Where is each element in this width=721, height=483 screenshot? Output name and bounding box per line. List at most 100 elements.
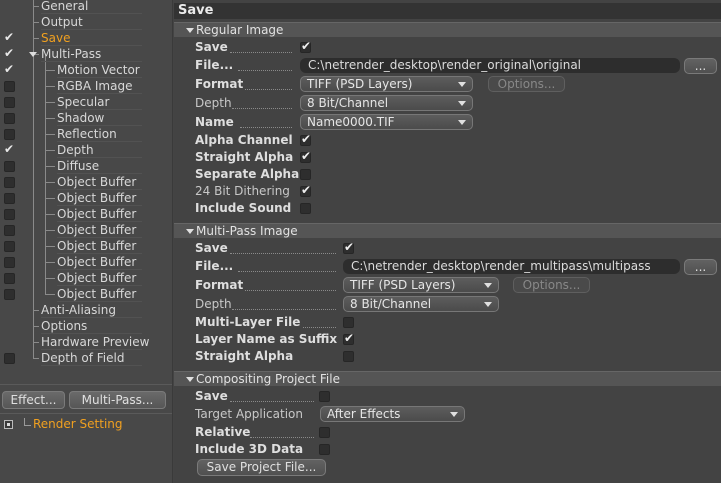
tree-item[interactable]: ✔ Multi-Pass	[0, 46, 172, 62]
multipass-options-button[interactable]: Options...	[513, 277, 590, 293]
tree-checkbox[interactable]	[4, 353, 15, 364]
layer-suffix-checkbox[interactable]: ✔	[343, 331, 355, 345]
expand-triangle-icon[interactable]	[29, 52, 37, 57]
check-icon: ✔	[301, 183, 312, 197]
alpha-channel-checkbox[interactable]: ✔	[300, 132, 311, 146]
leader-dots	[238, 69, 292, 71]
tree-divider	[0, 384, 172, 385]
multipass-file-path-field[interactable]: C:\netrender_desktop\render_multipass\mu…	[343, 259, 680, 274]
regular-save-checkbox[interactable]: ✔	[300, 39, 312, 53]
tree-item[interactable]: ✔ Save	[0, 30, 172, 46]
compositing-save-checkbox[interactable]	[319, 391, 330, 402]
regular-format-dropdown[interactable]: TIFF (PSD Layers)	[300, 76, 473, 92]
multipass-depth-dropdown[interactable]: 8 Bit/Channel	[343, 296, 499, 312]
multipass-image-header[interactable]: Multi-Pass Image	[174, 223, 721, 238]
check-icon: ✔	[344, 331, 355, 345]
tree-item[interactable]: Specular	[0, 94, 172, 110]
tree-item[interactable]: Object Buffer	[0, 270, 172, 286]
tree-checkbox[interactable]	[4, 129, 15, 140]
tree-item[interactable]: Options	[0, 318, 172, 334]
compositing-header[interactable]: Compositing Project File	[174, 371, 721, 386]
tree-item[interactable]: Object Buffer	[0, 238, 172, 254]
tree-checkbox[interactable]	[4, 161, 15, 172]
regular-image-header[interactable]: Regular Image	[174, 22, 721, 37]
tree-item-label: Multi-Pass	[41, 47, 102, 61]
tree-item[interactable]: Reflection	[0, 126, 172, 142]
multipass-browse-button[interactable]: ...	[684, 259, 717, 275]
tree-item-label: Hardware Preview	[41, 335, 150, 349]
multipass-straight-alpha-label: Straight Alpha	[195, 349, 294, 363]
check-icon[interactable]: ✔	[4, 29, 16, 45]
regular-options-button[interactable]: Options...	[488, 76, 565, 92]
tree-checkbox[interactable]	[4, 97, 15, 108]
tree-item-label: Object Buffer	[57, 191, 137, 205]
tree-item[interactable]: Depth of Field	[0, 350, 172, 366]
check-icon[interactable]: ✔	[4, 141, 16, 157]
tree-item[interactable]: Object Buffer	[0, 190, 172, 206]
regular-depth-dropdown[interactable]: 8 Bit/Channel	[300, 95, 473, 111]
tree-item[interactable]: Object Buffer	[0, 254, 172, 270]
include-3d-checkbox[interactable]	[319, 444, 330, 455]
tree-checkbox[interactable]	[4, 113, 15, 124]
separate-alpha-checkbox[interactable]	[300, 169, 311, 180]
tree-checkbox[interactable]	[4, 257, 15, 268]
tree-checkbox[interactable]	[4, 225, 15, 236]
tree-item[interactable]: Hardware Preview	[0, 334, 172, 350]
compositing-save-label: Save	[195, 389, 228, 403]
dropdown-arrow-icon	[484, 302, 492, 307]
relative-checkbox[interactable]	[319, 427, 330, 438]
tree-item[interactable]: ✔ Motion Vector	[0, 62, 172, 78]
tree-item[interactable]: Anti-Aliasing	[0, 302, 172, 318]
tree-checkbox[interactable]	[4, 81, 15, 92]
save-project-file-button[interactable]: Save Project File...	[197, 459, 326, 476]
include-sound-checkbox[interactable]	[300, 203, 311, 214]
render-setting-icon	[4, 420, 13, 429]
tree-item[interactable]: Shadow	[0, 110, 172, 126]
multipass-save-checkbox[interactable]: ✔	[343, 240, 354, 254]
tree-connector-branch	[45, 102, 55, 103]
tree-item[interactable]: Output	[0, 14, 172, 30]
tree-item-label: Object Buffer	[57, 223, 137, 237]
tree-connector-branch	[45, 294, 55, 295]
regular-format-value: TIFF (PSD Layers)	[307, 77, 413, 91]
dithering-checkbox[interactable]: ✔	[300, 183, 312, 197]
multipass-format-dropdown[interactable]: TIFF (PSD Layers)	[343, 277, 499, 293]
relative-label: Relative	[195, 425, 251, 439]
regular-browse-button[interactable]: ...	[684, 58, 717, 74]
check-icon[interactable]: ✔	[4, 45, 16, 61]
tree-item[interactable]: ✔ Depth	[0, 142, 172, 158]
multipass-button[interactable]: Multi-Pass...	[69, 391, 166, 409]
target-application-dropdown[interactable]: After Effects	[320, 406, 465, 422]
tree-item[interactable]: Object Buffer	[0, 206, 172, 222]
tree-checkbox[interactable]	[4, 209, 15, 220]
tree-item-label: General	[41, 0, 89, 13]
multipass-straight-alpha-checkbox[interactable]	[343, 351, 354, 362]
tree-checkbox[interactable]	[4, 177, 15, 188]
tree-item[interactable]: Object Buffer	[0, 174, 172, 190]
tree-checkbox[interactable]	[4, 193, 15, 204]
tree-connector-branch	[33, 342, 39, 343]
tree-item-label: Depth of Field	[41, 351, 125, 365]
leader-dots	[245, 88, 292, 90]
leader-dots	[232, 308, 336, 310]
render-setting-item[interactable]: Render Setting	[0, 416, 172, 432]
tree-item[interactable]: Object Buffer	[0, 222, 172, 238]
tree-checkbox[interactable]	[4, 273, 15, 284]
tree-item[interactable]: Object Buffer	[0, 286, 172, 302]
check-icon[interactable]: ✔	[4, 61, 16, 77]
regular-file-path-field[interactable]: C:\netrender_desktop\render_original\ori…	[300, 58, 680, 73]
effect-button[interactable]: Effect...	[2, 391, 65, 409]
check-icon: ✔	[301, 39, 312, 53]
tree-checkbox[interactable]	[4, 289, 15, 300]
collapse-triangle-icon	[186, 229, 194, 234]
tree-item[interactable]: Diffuse	[0, 158, 172, 174]
tree-item[interactable]: General	[0, 0, 172, 14]
tree-checkbox[interactable]	[4, 241, 15, 252]
regular-name-dropdown[interactable]: Name0000.TIF	[300, 114, 473, 130]
leader-dots	[230, 252, 336, 254]
multilayer-checkbox[interactable]	[343, 317, 354, 328]
multipass-depth-label: Depth	[195, 297, 232, 311]
straight-alpha-checkbox[interactable]: ✔	[300, 149, 311, 163]
tree-item[interactable]: RGBA Image	[0, 78, 172, 94]
tree-item-label: Options	[41, 319, 88, 333]
